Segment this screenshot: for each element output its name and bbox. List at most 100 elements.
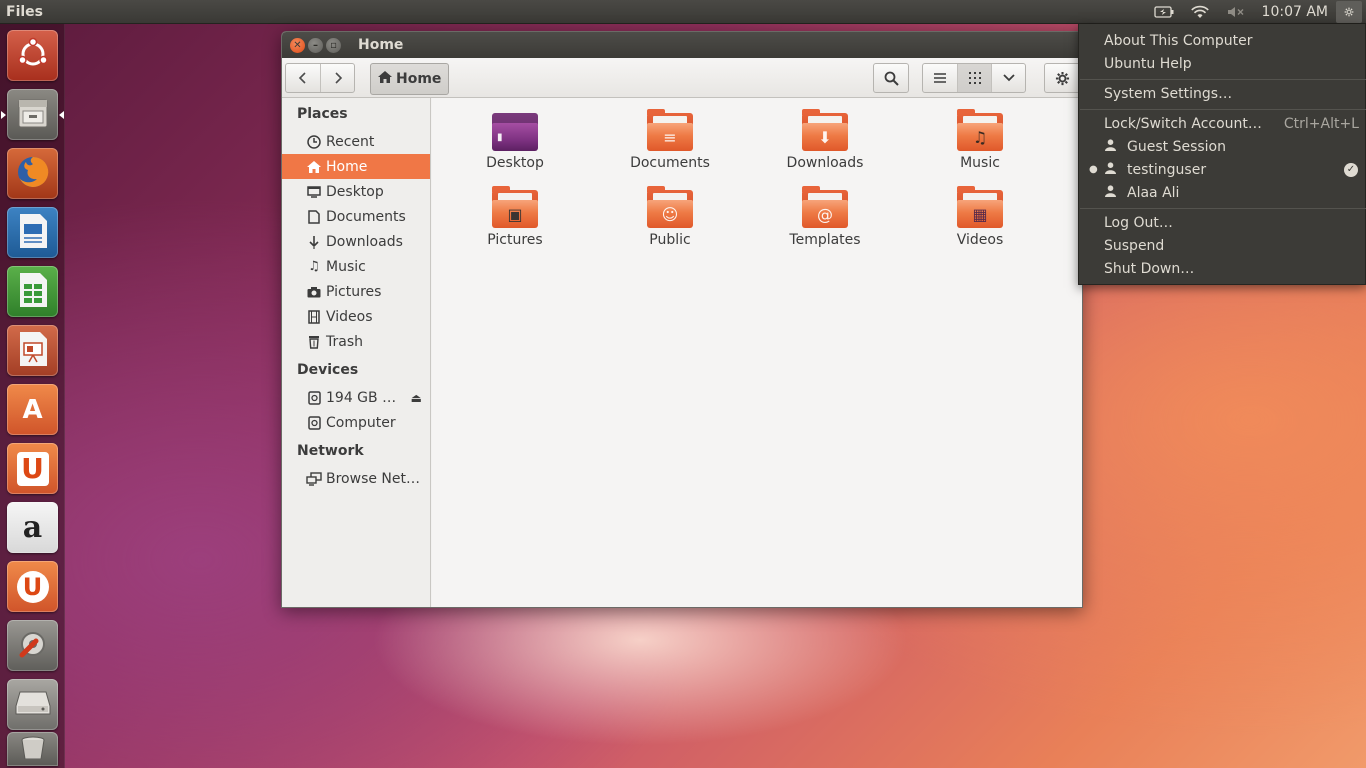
sidebar-item-label: Pictures — [326, 283, 382, 300]
sidebar-item-documents[interactable]: Documents — [282, 204, 430, 229]
wifi-icon[interactable] — [1182, 0, 1218, 24]
grid-view-button[interactable] — [957, 64, 991, 92]
chevron-down-icon — [1002, 74, 1015, 82]
forward-button[interactable] — [320, 64, 354, 92]
icon-view: ▮ Desktop ≡ Documents ⬇ Downloads ♫ Musi… — [432, 98, 1082, 607]
view-mode-group — [922, 63, 1026, 93]
shortcut-label: Ctrl+Alt+L — [1283, 115, 1359, 132]
clock-icon — [306, 134, 322, 150]
launcher-files[interactable] — [7, 89, 58, 140]
network-icon — [306, 471, 322, 487]
sidebar-item-label: Downloads — [326, 233, 403, 250]
libreoffice-calc-icon — [16, 271, 50, 313]
battery-icon[interactable] — [1146, 0, 1182, 24]
sidebar-item-trash[interactable]: Trash — [282, 329, 430, 354]
launcher-trash[interactable] — [7, 732, 58, 766]
launcher-system-settings[interactable] — [7, 620, 58, 671]
window-title: Home — [358, 37, 404, 53]
menu-item-about[interactable]: About This Computer — [1079, 29, 1366, 52]
close-button[interactable]: ✕ — [290, 37, 305, 53]
drive-icon — [306, 415, 322, 431]
menu-item-user-testinguser[interactable]: ● testinguser ✓ — [1079, 158, 1366, 181]
sidebar-item-computer[interactable]: Computer — [282, 410, 430, 435]
sidebar-item-volume[interactable]: 194 GB … ⏏ — [282, 385, 430, 410]
launcher-drive[interactable] — [7, 679, 58, 730]
user-icon — [1105, 161, 1116, 178]
launcher-ubuntu-one-music[interactable]: U — [7, 561, 58, 612]
sidebar-item-videos[interactable]: Videos — [282, 304, 430, 329]
clock[interactable]: 10:07 AM — [1254, 4, 1336, 20]
sidebar-item-home[interactable]: Home — [282, 154, 430, 179]
home-icon — [306, 159, 322, 175]
list-view-button[interactable] — [923, 64, 957, 92]
minimize-button[interactable]: – — [308, 37, 323, 53]
drive-icon — [306, 390, 322, 406]
menu-separator — [1080, 79, 1366, 80]
view-options-button[interactable] — [991, 64, 1025, 92]
folder-item-pictures[interactable]: ▣ Pictures — [455, 186, 575, 248]
launcher-firefox[interactable] — [7, 148, 58, 199]
gear-icon[interactable] — [1336, 0, 1362, 23]
menu-item-user-guest[interactable]: Guest Session — [1079, 135, 1366, 158]
launcher-calc[interactable] — [7, 266, 58, 317]
folder-item-documents[interactable]: ≡ Documents — [610, 109, 730, 171]
path-bar-home[interactable]: Home — [370, 63, 450, 95]
launcher: A U a U — [0, 24, 65, 768]
sidebar-item-label: Recent — [326, 133, 375, 150]
places-header: Places — [297, 106, 348, 122]
menu-item-lock-switch[interactable]: Lock/Switch Account… Ctrl+Alt+L — [1079, 112, 1366, 135]
eject-icon[interactable]: ⏏ — [411, 391, 422, 405]
menu-item-suspend[interactable]: Suspend — [1079, 234, 1366, 257]
menu-item-help[interactable]: Ubuntu Help — [1079, 52, 1366, 75]
close-icon: ✕ — [293, 39, 302, 51]
search-button[interactable] — [874, 64, 908, 92]
menu-item-system-settings[interactable]: System Settings… — [1079, 82, 1366, 105]
sidebar-item-downloads[interactable]: Downloads — [282, 229, 430, 254]
folder-item-templates[interactable]: @ Templates — [765, 186, 885, 248]
sidebar-item-label: Desktop — [326, 183, 384, 200]
folder-label: Videos — [956, 232, 1004, 248]
camera-icon — [306, 284, 322, 300]
back-button[interactable] — [286, 64, 320, 92]
download-icon — [306, 234, 322, 250]
menu-item-shut-down[interactable]: Shut Down… — [1079, 257, 1366, 280]
window-titlebar[interactable]: ✕ – ▫ Home — [282, 32, 1082, 58]
user-icon — [1105, 138, 1116, 155]
folder-label: Public — [649, 232, 691, 248]
launcher-amazon[interactable]: a — [7, 502, 58, 553]
sidebar-item-label: Computer — [326, 414, 396, 431]
public-folder-icon: ☺ — [647, 186, 693, 228]
folder-item-downloads[interactable]: ⬇ Downloads — [765, 109, 885, 171]
folder-item-public[interactable]: ☺ Public — [610, 186, 730, 248]
menu-item-user-alaa-ali[interactable]: Alaa Ali — [1079, 181, 1366, 204]
downloads-folder-icon: ⬇ — [802, 109, 848, 151]
sidebar-item-browse-network[interactable]: Browse Net… — [282, 466, 430, 491]
launcher-software-center[interactable]: A — [7, 384, 58, 435]
menu-item-log-out[interactable]: Log Out… — [1079, 211, 1366, 234]
sidebar-item-pictures[interactable]: Pictures — [282, 279, 430, 304]
launcher-impress[interactable] — [7, 325, 58, 376]
sidebar-item-music[interactable]: ♫ Music — [282, 254, 430, 279]
hard-drive-icon — [14, 688, 52, 722]
search-group — [873, 63, 909, 93]
ubuntu-one-icon: U — [16, 451, 49, 486]
folder-item-desktop[interactable]: ▮ Desktop — [455, 113, 575, 171]
user-icon — [1105, 184, 1116, 201]
menu-separator — [1080, 109, 1366, 110]
launcher-writer[interactable] — [7, 207, 58, 258]
launcher-ubuntu-one[interactable]: U — [7, 443, 58, 494]
folder-item-music[interactable]: ♫ Music — [920, 109, 1040, 171]
folder-item-videos[interactable]: ▦ Videos — [920, 186, 1040, 248]
maximize-button[interactable]: ▫ — [326, 37, 341, 53]
launcher-dash-home[interactable] — [7, 30, 58, 81]
grid-icon — [968, 72, 981, 84]
path-bar-home-label: Home — [396, 71, 442, 87]
sidebar-item-recent[interactable]: Recent — [282, 129, 430, 154]
sidebar-item-label: Documents — [326, 208, 406, 225]
settings-wrench-icon — [14, 625, 52, 667]
settings-menu-button[interactable] — [1045, 64, 1079, 92]
firefox-icon — [14, 153, 52, 195]
volume-muted-icon[interactable] — [1218, 0, 1254, 24]
sidebar-item-desktop[interactable]: Desktop — [282, 179, 430, 204]
desktop-icon — [306, 184, 322, 200]
